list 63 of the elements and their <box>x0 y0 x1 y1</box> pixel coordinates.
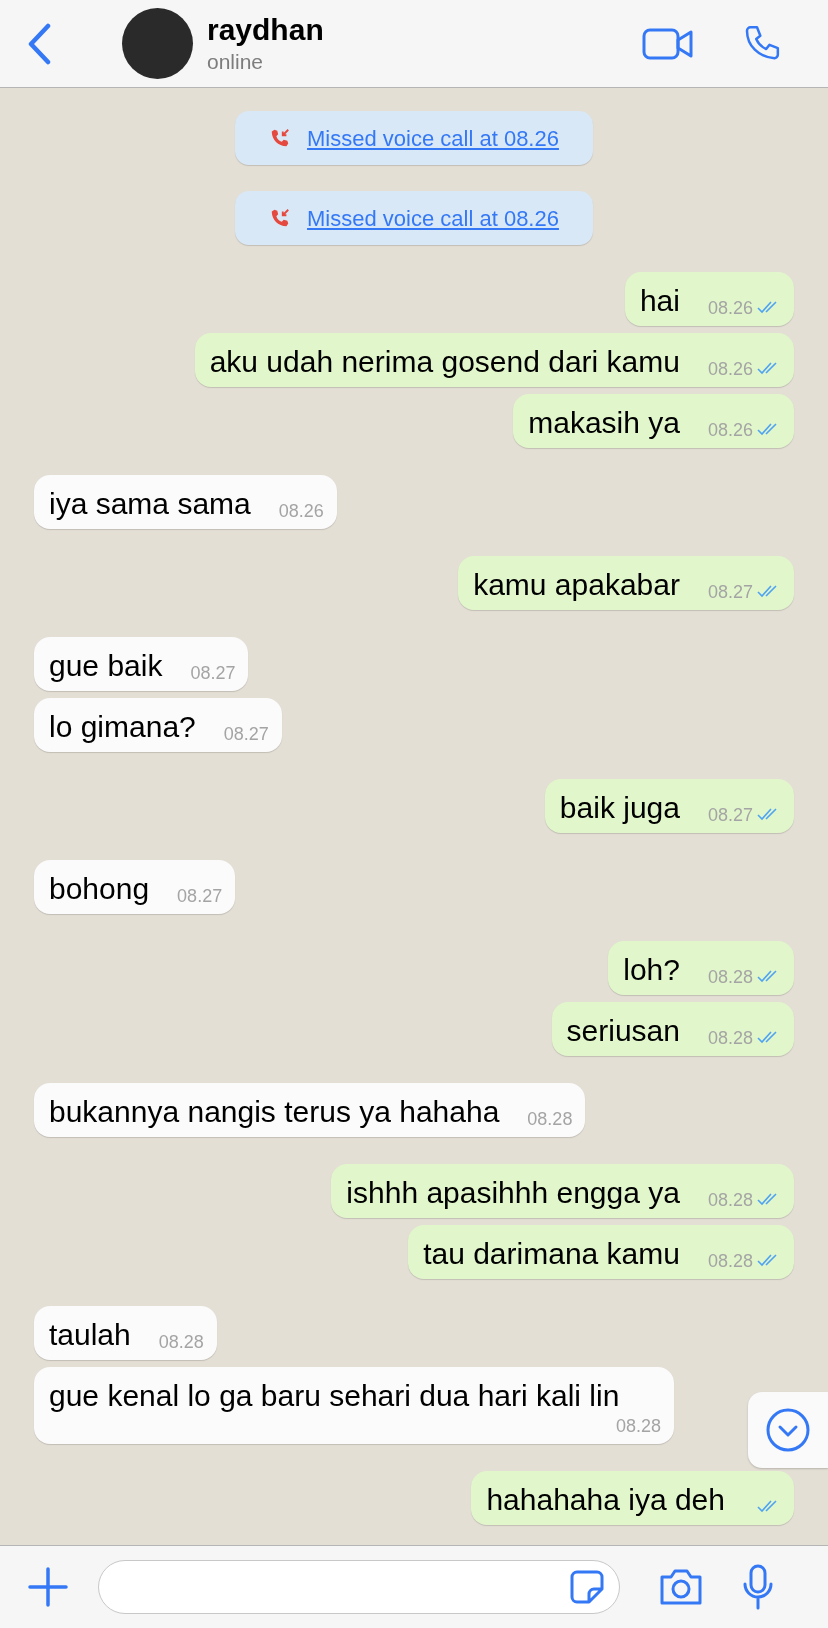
received-message-bubble[interactable]: lo gimana? 08.27 <box>34 698 282 752</box>
contact-name: raydhan <box>207 11 324 48</box>
sent-message-bubble[interactable]: aku udah nerima gosend dari kamu 08.26 <box>194 333 794 387</box>
scroll-down-button[interactable] <box>748 1392 828 1468</box>
sent-message-bubble[interactable]: kamu apakabar 08.27 <box>458 556 794 610</box>
received-message-bubble[interactable]: gue kenal lo ga baru sehari dua hari kali lin 08.28 <box>34 1367 674 1444</box>
message-text: seriusan <box>566 1013 680 1049</box>
sent-message-bubble[interactable]: hahahaha iya deh <box>471 1471 794 1525</box>
message-text: gue baik <box>49 648 163 684</box>
message-text: kamu apakabar <box>473 567 680 603</box>
sent-message-bubble[interactable]: ishhh apasihhh engga ya 08.28 <box>331 1164 794 1218</box>
message-text: loh? <box>623 952 680 988</box>
message-time: 08.28 <box>527 1108 573 1130</box>
message-time: 08.27 <box>707 581 753 603</box>
missed-call-icon <box>269 127 292 149</box>
video-camera-icon[interactable] <box>642 26 694 61</box>
message-input-field[interactable] <box>98 1560 620 1614</box>
message-text: bohong <box>49 871 150 907</box>
microphone-icon[interactable] <box>742 1564 774 1610</box>
sent-message-bubble[interactable]: loh? 08.28 <box>608 941 794 995</box>
plus-icon[interactable] <box>28 1567 68 1607</box>
sent-message-bubble[interactable]: seriusan 08.28 <box>551 1002 794 1056</box>
sent-message-bubble[interactable]: hai 08.26 <box>624 272 794 326</box>
received-message-bubble[interactable]: bukannya nangis terus ya hahaha 08.28 <box>34 1083 586 1137</box>
message-time: 08.27 <box>177 885 223 907</box>
message-time: 08.26 <box>707 358 753 380</box>
message-time: 08.26 <box>707 419 753 441</box>
camera-icon[interactable] <box>658 1567 704 1607</box>
message-time: 08.28 <box>158 1331 204 1353</box>
sticker-icon[interactable] <box>569 1569 605 1605</box>
missed-call-icon <box>269 207 292 229</box>
message-time: 08.26 <box>707 297 753 319</box>
received-message-bubble[interactable]: bohong 08.27 <box>34 860 236 914</box>
message-time: 08.28 <box>707 1027 753 1049</box>
message-time: 08.28 <box>615 1415 661 1437</box>
message-text: baik juga <box>559 790 680 826</box>
received-message-bubble[interactable]: iya sama sama 08.26 <box>34 475 337 529</box>
message-text: tau darimana kamu <box>423 1236 680 1272</box>
message-time: 08.27 <box>190 662 236 684</box>
message-time: 08.26 <box>278 500 324 522</box>
message-time: 08.28 <box>707 1189 753 1211</box>
message-text: taulah <box>49 1317 131 1353</box>
back-icon[interactable] <box>26 22 52 65</box>
message-time: 08.27 <box>223 723 269 745</box>
message-text: lo gimana? <box>49 709 196 745</box>
message-text: iya sama sama <box>49 486 251 522</box>
message-text: ishhh apasihhh engga ya <box>346 1175 680 1211</box>
contact-status: online <box>207 48 265 75</box>
message-text: gue kenal lo ga baru sehari dua hari kali lin <box>49 1378 620 1414</box>
message-text: aku udah nerima gosend dari kamu <box>209 344 680 380</box>
message-time: 08.28 <box>707 966 753 988</box>
message-time: 08.28 <box>707 1250 753 1272</box>
message-text: hahahaha iya deh <box>486 1482 725 1518</box>
message-time: 08.27 <box>707 804 753 826</box>
sent-message-bubble[interactable]: baik juga 08.27 <box>544 779 794 833</box>
received-message-bubble[interactable]: gue baik 08.27 <box>34 637 249 691</box>
message-text: makasih ya <box>528 405 680 441</box>
received-message-bubble[interactable]: taulah 08.28 <box>34 1306 217 1360</box>
sent-message-bubble[interactable]: tau darimana kamu 08.28 <box>408 1225 794 1279</box>
message-text: bukannya nangis terus ya hahaha <box>49 1094 500 1130</box>
chevron-down-icon <box>765 1407 811 1453</box>
message-text: hai <box>639 283 680 319</box>
sent-message-bubble[interactable]: makasih ya 08.26 <box>513 394 794 448</box>
